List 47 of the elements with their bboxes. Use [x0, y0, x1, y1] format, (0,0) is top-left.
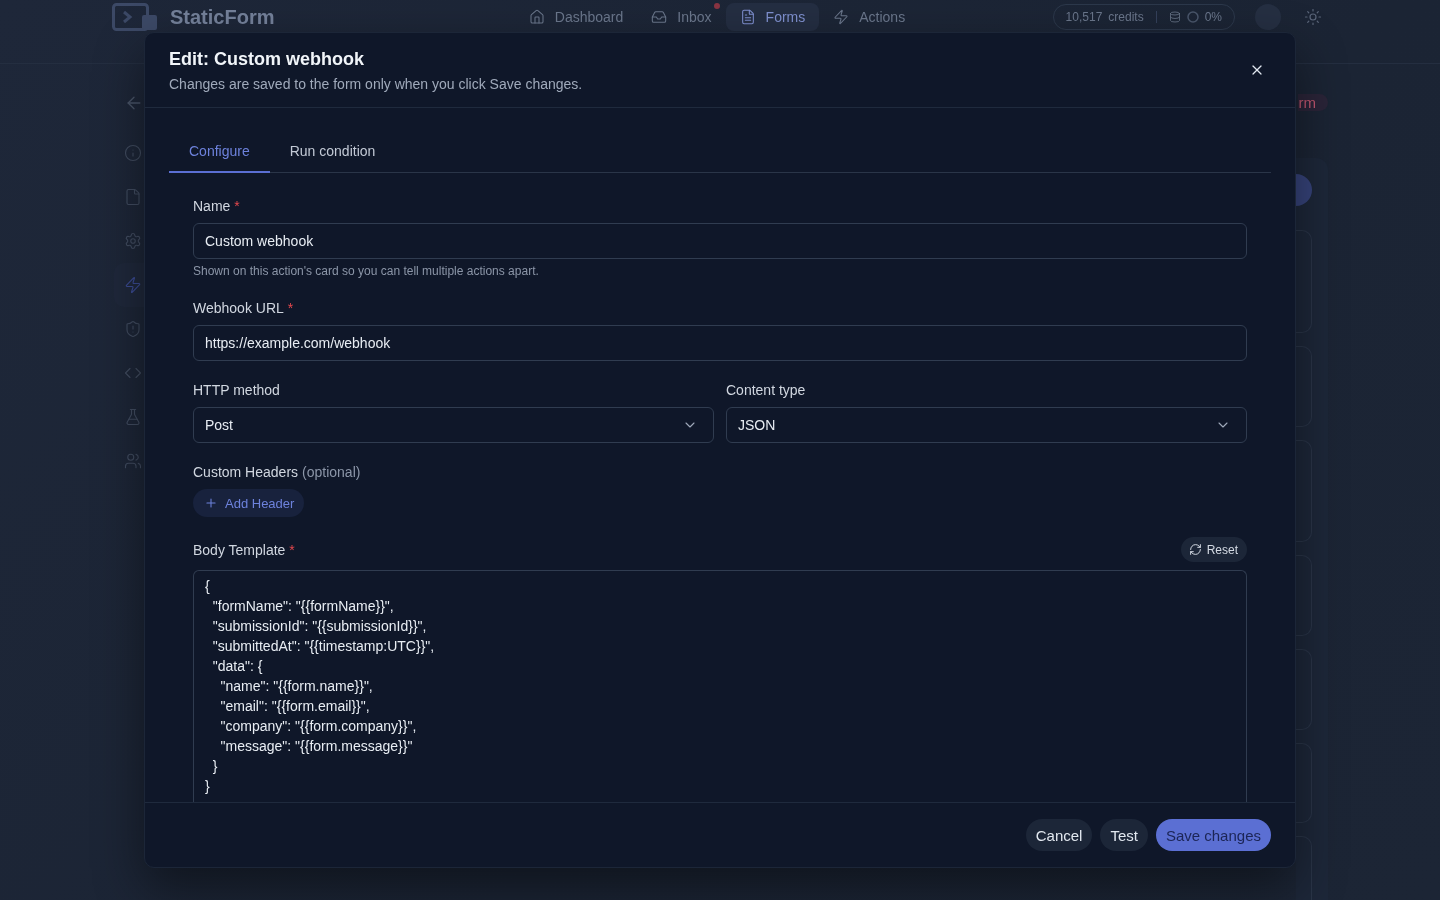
add-header-button[interactable]: Add Header: [193, 489, 305, 517]
select-dropdown[interactable]: JSON: [726, 407, 1247, 443]
reset-button[interactable]: Reset: [1180, 537, 1247, 562]
section-label: Custom Headers: [193, 463, 299, 482]
tab[interactable]: Configure: [169, 130, 270, 173]
action-button[interactable]: Cancel: [1025, 819, 1093, 851]
round-button[interactable]: [1296, 174, 1312, 206]
required-mark: *: [234, 197, 240, 216]
text-input[interactable]: https://example.com/webhook: [193, 325, 1247, 361]
text-input[interactable]: Custom webhook: [193, 223, 1247, 259]
optional-note: (optional): [302, 463, 361, 482]
inbox-icon: [651, 9, 668, 25]
database-icon: [1168, 11, 1181, 23]
select-dropdown[interactable]: Post: [193, 407, 714, 443]
field-label: Body Template: [193, 540, 286, 560]
field-label: Webhook URL: [193, 299, 284, 318]
help-text: Shown on this action's card so you can tell multiple actions apart.: [193, 263, 539, 279]
logo-icon: [112, 3, 158, 31]
field-label: HTTP method: [193, 381, 280, 400]
brand-name: StaticForm: [170, 5, 275, 29]
info-icon: [124, 144, 142, 162]
users-icon: [124, 452, 142, 470]
code-textarea[interactable]: { "formName": "{{formName}}", "submissionId": "{{submissionId}}", "submittedAt": "{{timestamp:UTC}}", "data": { "name": "{{form.name}}", "email": "{{form.email}}", "company": "{{form.company}}", "message": "{{form.message}}" } }: [193, 570, 1247, 802]
refresh-icon: [1188, 543, 1202, 556]
credits-label: credits: [1108, 10, 1144, 24]
tab[interactable]: Run condition: [269, 130, 396, 173]
dialog-subtitle: Changes are saved to the form only when you click Save changes.: [169, 75, 583, 94]
plus-icon: [204, 496, 218, 510]
sun-icon[interactable]: [1304, 8, 1322, 26]
field-label: Name: [193, 197, 231, 216]
credits-amount: 10,517: [1065, 10, 1103, 24]
shield-icon: [124, 320, 142, 338]
usage-percent: 0%: [1204, 10, 1222, 24]
lightning-icon: [833, 9, 850, 25]
home-icon: [528, 9, 545, 25]
document-icon: [739, 9, 756, 25]
gear-icon: [124, 232, 142, 250]
document-icon: [124, 188, 142, 206]
field-label: Content type: [726, 381, 806, 400]
required-mark: *: [287, 299, 294, 318]
ring-icon: [1186, 11, 1199, 23]
flask-icon: [124, 408, 142, 426]
action-button[interactable]: Test: [1100, 819, 1148, 851]
nav-tab[interactable]: Forms: [725, 3, 820, 31]
lightning-icon: [124, 276, 142, 294]
dialog-title: Edit: Custom webhook: [169, 48, 364, 71]
required-mark: *: [289, 540, 295, 560]
